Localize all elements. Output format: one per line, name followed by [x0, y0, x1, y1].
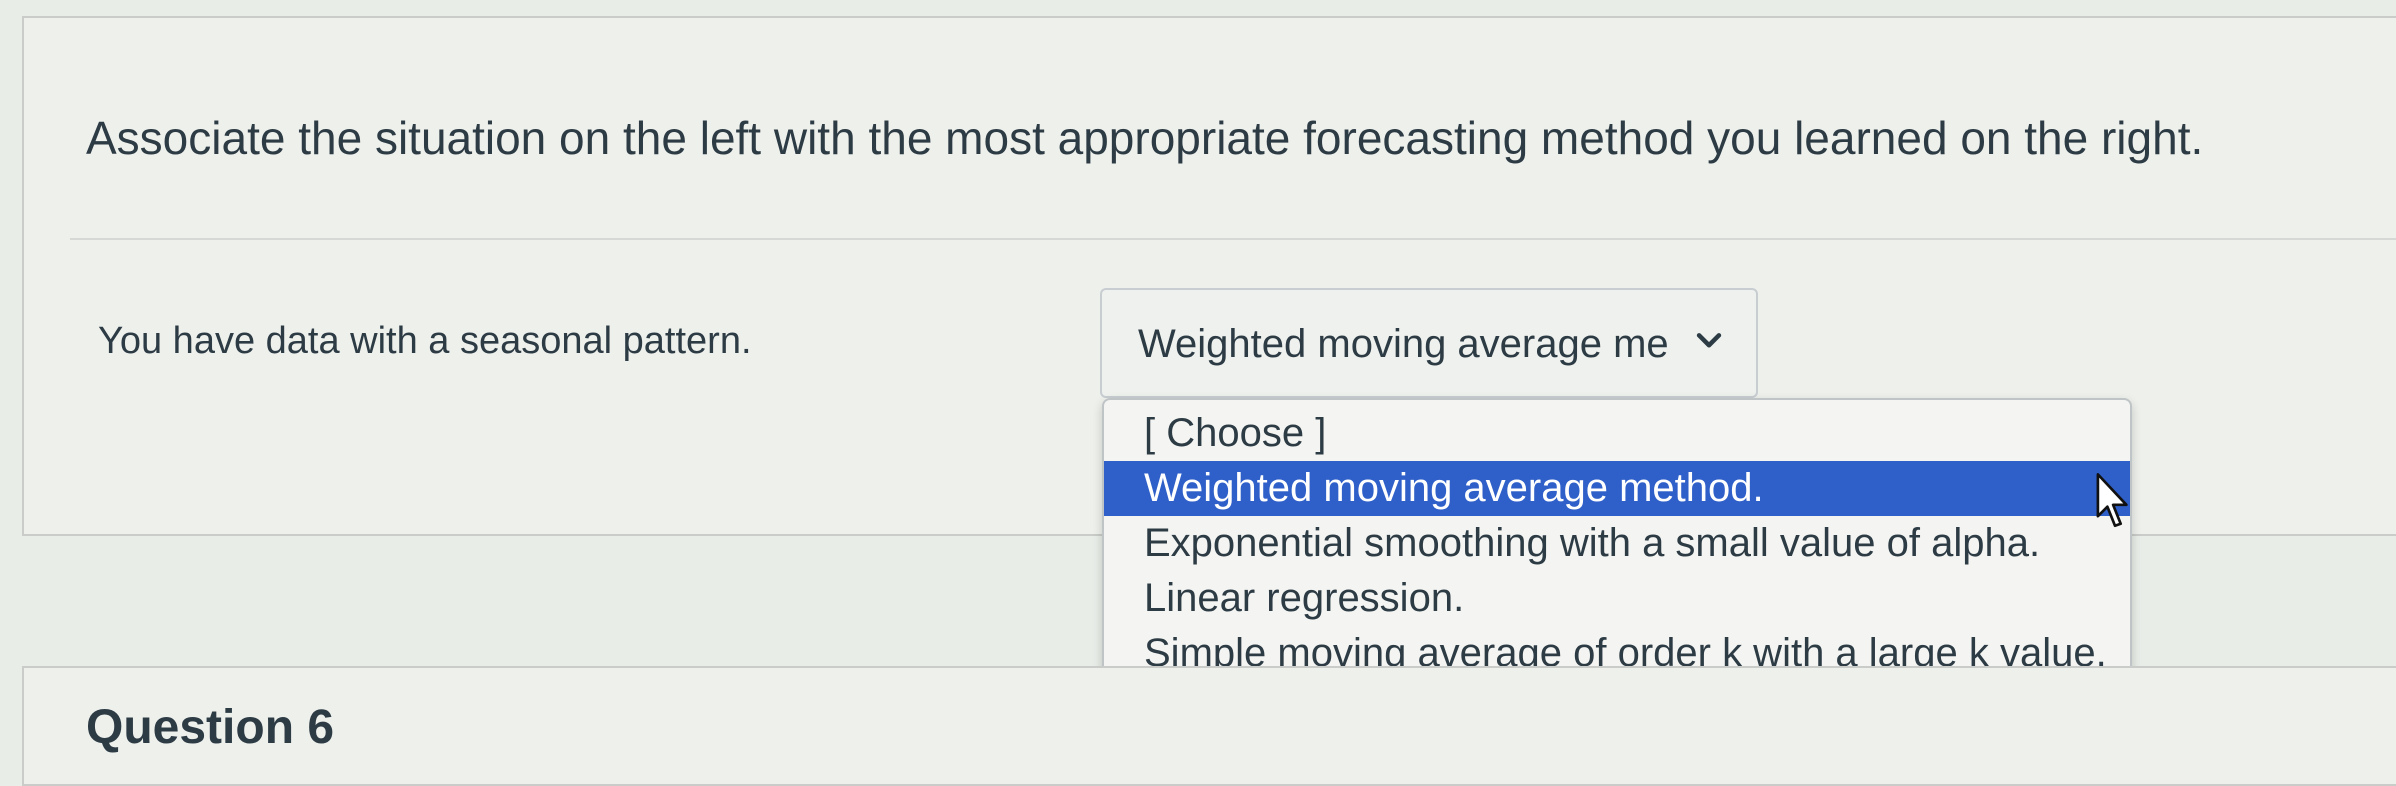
select-value: Weighted moving average me — [1138, 322, 1669, 366]
question-prompt: Associate the situation on the left with… — [86, 112, 2204, 164]
option-linear-regression[interactable]: Linear regression. — [1104, 571, 2130, 626]
chevron-down-icon — [1696, 333, 1722, 348]
situation-label: You have data with a seasonal pattern. — [98, 320, 752, 362]
method-select[interactable]: Weighted moving average me — [1100, 288, 1758, 398]
option-choose[interactable]: [ Choose ] — [1104, 406, 2130, 461]
dropdown-options-list: [ Choose ] Weighted moving average metho… — [1102, 398, 2132, 688]
next-question-card — [22, 666, 2396, 786]
option-exponential-smoothing[interactable]: Exponential smoothing with a small value… — [1104, 516, 2130, 571]
mouse-pointer-icon — [2096, 473, 2128, 528]
option-weighted-moving-average[interactable]: Weighted moving average method. — [1104, 461, 2130, 516]
divider — [70, 238, 2396, 240]
